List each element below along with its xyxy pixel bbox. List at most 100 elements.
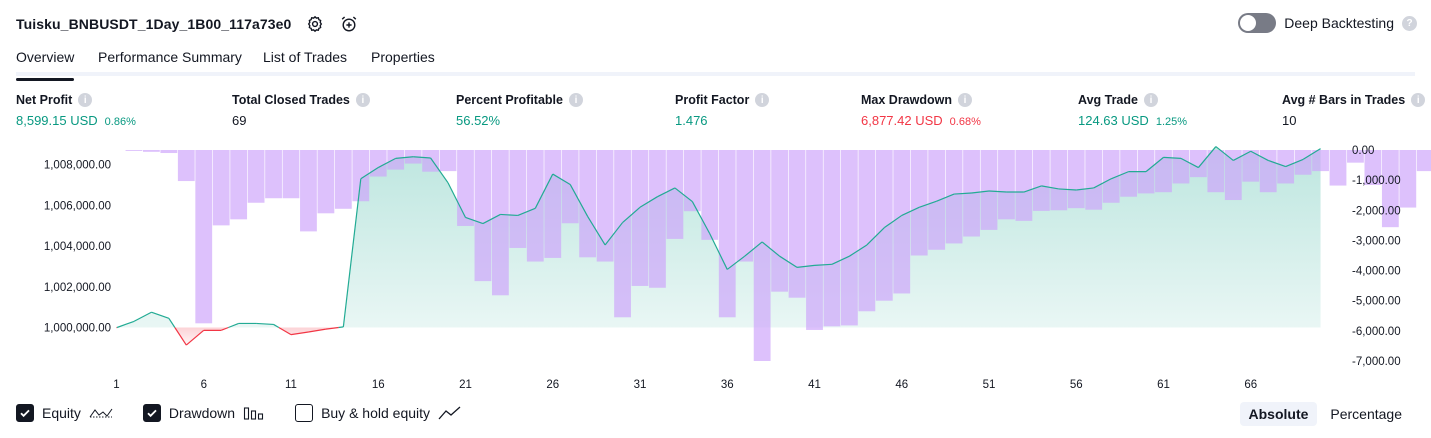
equity-checkbox[interactable] xyxy=(16,404,34,422)
drawdown-bar xyxy=(736,150,754,262)
drawdown-bar xyxy=(1085,150,1103,210)
drawdown-bar xyxy=(718,150,736,318)
tab-list-of-trades[interactable]: List of Trades xyxy=(263,49,347,65)
metric-avg-trade: Avg Trade i 124.63 USD 1.25% xyxy=(1078,93,1187,128)
right-axis-tick-label: -2,000.00 xyxy=(1352,205,1401,217)
legend-buy-hold-equity[interactable]: Buy & hold equity xyxy=(295,404,462,422)
metric-label: Avg Trade xyxy=(1078,93,1138,107)
checkmark-icon xyxy=(20,409,30,418)
x-axis-tick-label: 51 xyxy=(983,379,996,391)
x-axis-tick-label: 21 xyxy=(459,379,472,391)
equity-loss-area xyxy=(116,327,339,346)
drawdown-bar xyxy=(317,150,335,214)
x-axis-tick-label: 46 xyxy=(895,379,908,391)
legend-label: Equity xyxy=(42,405,81,421)
metric-percent: 0.68% xyxy=(949,116,981,128)
right-axis-tick-label: -5,000.00 xyxy=(1352,296,1401,308)
left-axis-tick-label: 1,004,000.00 xyxy=(44,241,111,253)
metric-percent: 0.86% xyxy=(104,116,136,128)
legend-label: Drawdown xyxy=(168,405,236,421)
metric-percent: 1.25% xyxy=(1155,116,1188,128)
drawdown-bar xyxy=(1312,150,1329,172)
x-axis-tick-label: 61 xyxy=(1157,379,1170,391)
checkmark-icon xyxy=(147,409,157,418)
metric-value: 1.476 xyxy=(675,113,708,128)
deep-backtesting-control: Deep Backtesting ? xyxy=(1238,13,1417,33)
absolute-button[interactable]: Absolute xyxy=(1239,402,1318,426)
x-axis-tick-label: 31 xyxy=(634,379,647,391)
drawdown-bars-icon xyxy=(244,407,264,420)
drawdown-bar xyxy=(230,150,248,220)
drawdown-bar xyxy=(509,150,527,248)
legend-equity[interactable]: Equity xyxy=(16,404,113,422)
drawdown-bar xyxy=(806,150,823,330)
info-icon[interactable]: i xyxy=(568,93,583,107)
info-icon[interactable]: i xyxy=(78,93,93,107)
drawdown-bar xyxy=(526,150,544,262)
drawdown-bar xyxy=(265,150,282,199)
right-axis-tick-label: -3,000.00 xyxy=(1352,235,1401,247)
right-axis-tick-label: -7,000.00 xyxy=(1352,356,1401,368)
right-axis-tick-label: -6,000.00 xyxy=(1352,326,1401,338)
tab-properties[interactable]: Properties xyxy=(371,49,435,65)
right-axis-tick-label: -4,000.00 xyxy=(1352,266,1401,278)
tab-overview[interactable]: Overview xyxy=(16,49,75,81)
equity-wave-icon xyxy=(89,408,113,418)
metric-value: 56.52% xyxy=(456,113,501,128)
value-mode-switch: Absolute Percentage xyxy=(1239,402,1412,426)
drawdown-bar xyxy=(1329,150,1347,186)
x-axis-tick-label: 66 xyxy=(1244,379,1257,391)
equity-line-segment xyxy=(338,326,344,329)
info-icon[interactable]: i xyxy=(1411,93,1426,107)
drawdown-bar xyxy=(247,150,265,203)
percentage-button[interactable]: Percentage xyxy=(1321,402,1411,426)
drawdown-bar xyxy=(387,150,405,170)
metric-label: Profit Factor xyxy=(675,93,750,107)
x-axis-tick-label: 36 xyxy=(721,379,734,391)
drawdown-bar xyxy=(334,150,352,209)
help-icon[interactable]: ? xyxy=(1402,15,1417,31)
settings-icon[interactable] xyxy=(305,14,325,34)
drawdown-bar xyxy=(893,150,911,294)
x-axis-tick-label: 11 xyxy=(285,379,297,391)
deep-backtesting-toggle[interactable] xyxy=(1238,13,1277,33)
info-icon[interactable]: i xyxy=(355,93,370,107)
drawdown-bar xyxy=(1190,150,1207,178)
x-axis-tick-label: 26 xyxy=(546,379,559,391)
x-axis-tick-label: 16 xyxy=(372,379,385,391)
drawdown-bar xyxy=(1155,150,1172,193)
equity-drawdown-chart[interactable]: 1,008,000.00 1,006,000.00 1,004,000.00 1,00… xyxy=(0,140,1431,395)
alarm-add-icon[interactable] xyxy=(339,14,359,34)
metric-value: 69 xyxy=(232,113,247,128)
drawdown-checkbox[interactable] xyxy=(142,404,161,422)
drawdown-bar xyxy=(369,150,387,177)
drawdown-bar xyxy=(1120,150,1137,197)
deep-backtesting-label: Deep Backtesting xyxy=(1284,15,1394,31)
metric-value: 6,877.42 USD xyxy=(861,113,943,128)
drawdown-bar xyxy=(1259,150,1277,193)
drawdown-bar xyxy=(422,150,439,172)
drawdown-bar xyxy=(998,150,1015,220)
drawdown-bar xyxy=(1015,150,1033,221)
drawdown-bar xyxy=(666,150,684,239)
tab-performance-summary[interactable]: Performance Summary xyxy=(98,49,242,65)
drawdown-bar xyxy=(1067,150,1085,209)
drawdown-bar xyxy=(474,150,492,282)
drawdown-bar xyxy=(579,150,597,258)
drawdown-bar xyxy=(160,150,178,154)
info-icon[interactable]: i xyxy=(1143,93,1158,107)
drawdown-bar xyxy=(823,150,841,327)
info-icon[interactable]: i xyxy=(755,93,770,107)
legend-drawdown[interactable]: Drawdown xyxy=(142,404,265,422)
drawdown-bar xyxy=(1399,150,1417,208)
drawdown-bar xyxy=(143,150,160,152)
drawdown-bar xyxy=(457,150,474,226)
metric-profit-factor: Profit Factor i 1.476 xyxy=(675,93,770,128)
legend-label: Buy & hold equity xyxy=(321,405,431,421)
buy-hold-checkbox[interactable] xyxy=(295,404,314,422)
metric-value: 8,599.15 USD xyxy=(16,113,98,128)
drawdown-bar xyxy=(1416,150,1431,172)
info-icon[interactable]: i xyxy=(958,93,972,107)
right-axis-tick-label: 0.00 xyxy=(1352,145,1374,157)
drawdown-bar xyxy=(1032,150,1050,211)
